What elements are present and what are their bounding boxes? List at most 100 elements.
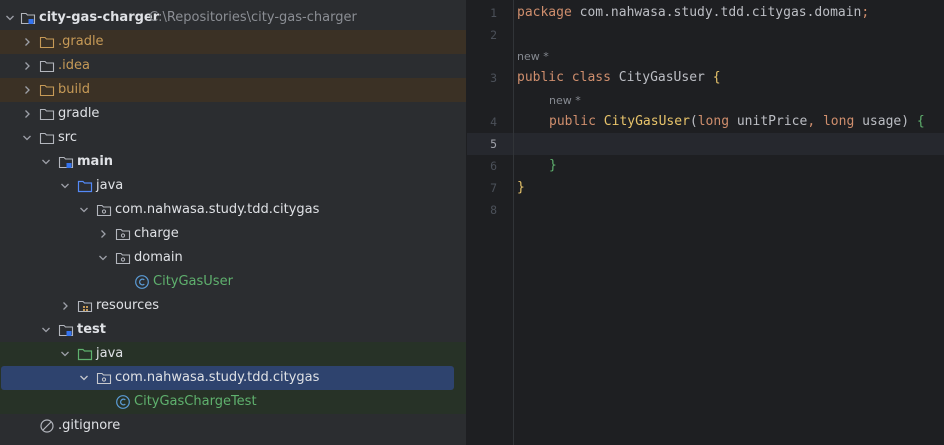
package-icon [115,226,131,242]
tree-item-gradle-dot[interactable]: .gradle [0,30,466,54]
chevron-down-icon[interactable] [19,126,35,150]
tree-item-label: java [96,178,124,193]
source-folder-icon [77,178,93,194]
folder-icon [39,130,55,146]
line-number: 3 [490,71,497,85]
tree-item-label: .idea [58,58,90,73]
chevron-right-icon[interactable] [95,222,111,246]
project-name: city-gas-charger [39,10,160,25]
test-source-folder-icon [77,346,93,362]
tree-item-resources[interactable]: resources [0,294,466,318]
chevron-down-icon[interactable] [38,318,54,342]
module-icon [58,154,74,170]
code-line-6: } [549,155,557,177]
line-number-current: 5 [490,137,497,151]
usage-hint[interactable]: new * [549,93,581,109]
tree-item-build[interactable]: build [0,78,466,102]
brace: } [549,158,557,173]
tree-item-label: charge [134,226,179,241]
keyword: public [517,70,564,85]
tree-item-label: test [77,322,106,337]
line-number: 2 [490,28,497,42]
keyword: class [571,70,611,85]
tree-item-label: domain [134,250,183,265]
tree-item-main-java[interactable]: java [0,174,466,198]
parameter: unitPrice [736,114,808,129]
line-number: 6 [490,159,497,173]
tree-item-label: resources [96,298,160,313]
tree-item-main[interactable]: main [0,150,466,174]
tree-item-label: CityGasChargeTest [134,394,257,409]
tree-root-row[interactable]: city-gas-charger C:\Repositories\city-ga… [0,6,466,30]
tree-item-label: main [77,154,114,169]
chevron-right-icon[interactable] [19,102,35,126]
brace: } [517,180,525,195]
chevron-down-icon[interactable] [76,198,92,222]
brace: { [712,70,721,85]
chevron-down-icon[interactable] [95,246,111,270]
code-line-4: public CityGasUser(long unitPrice, long … [549,111,925,133]
gitignore-icon [39,418,55,434]
tree-item-charge[interactable]: charge [0,222,466,246]
comma: , [807,114,816,129]
module-icon [20,10,36,26]
class-icon [134,274,150,290]
current-line-highlight [467,133,944,155]
paren: ) [901,114,910,129]
code-line-7: } [517,177,525,199]
tree-item-main-package[interactable]: com.nahwasa.study.tdd.citygas [0,198,466,222]
tree-item-label: build [58,82,90,97]
keyword: public [549,114,596,129]
tree-item-label: .gitignore [58,418,121,433]
keyword: long [697,114,730,129]
package-name: com.nahwasa.study.tdd.citygas.domain [579,5,862,20]
module-icon [58,322,74,338]
line-number: 7 [490,181,497,195]
chevron-right-icon[interactable] [57,294,73,318]
package-icon [96,202,112,218]
class-name: CityGasUser [618,70,705,85]
tree-item-label: java [96,346,124,361]
class-icon [115,394,131,410]
chevron-right-icon[interactable] [19,54,35,78]
chevron-down-icon[interactable] [57,342,73,366]
tree-item-domain[interactable]: domain [0,246,466,270]
line-number: 1 [490,6,497,20]
code-editor[interactable]: 1 2 3 4 5 6 7 8 package com.nahwasa.stud… [467,0,944,445]
brace: { [916,114,925,129]
semicolon: ; [861,5,870,20]
folder-icon [39,82,55,98]
keyword: package [517,5,572,20]
tree-item-test-package[interactable]: com.nahwasa.study.tdd.citygas [1,366,454,390]
tree-item-test-java[interactable]: java [0,342,466,366]
line-number: 8 [490,203,497,217]
constructor-name: CityGasUser [603,114,690,129]
chevron-down-icon[interactable] [57,174,73,198]
usage-hint[interactable]: new * [517,49,549,65]
tree-item-citygaschargetest[interactable]: CityGasChargeTest [0,390,466,414]
folder-icon [39,34,55,50]
tree-item-label: gradle [58,106,100,121]
folder-icon [39,106,55,122]
tree-item-gradle[interactable]: gradle [0,102,466,126]
keyword: long [822,114,855,129]
tree-item-src[interactable]: src [0,126,466,150]
tree-item-label: com.nahwasa.study.tdd.citygas [115,370,320,385]
code-line-3: public class CityGasUser { [517,67,721,89]
resources-folder-icon [77,298,93,314]
tree-item-label: src [58,130,77,145]
paren: ( [689,114,698,129]
parameter: usage [862,114,902,129]
tree-item-idea[interactable]: .idea [0,54,466,78]
tree-item-test[interactable]: test [0,318,466,342]
chevron-down-icon[interactable] [38,150,54,174]
tree-item-label: .gradle [58,34,104,49]
chevron-right-icon[interactable] [19,30,35,54]
code-line-1: package com.nahwasa.study.tdd.citygas.do… [517,2,869,24]
chevron-down-icon[interactable] [76,366,92,390]
chevron-down-icon[interactable] [2,6,18,30]
tree-item-gitignore[interactable]: .gitignore [0,414,466,438]
tree-item-citygasuser[interactable]: CityGasUser [0,270,466,294]
chevron-right-icon[interactable] [19,78,35,102]
project-path: C:\Repositories\city-gas-charger [149,10,357,25]
